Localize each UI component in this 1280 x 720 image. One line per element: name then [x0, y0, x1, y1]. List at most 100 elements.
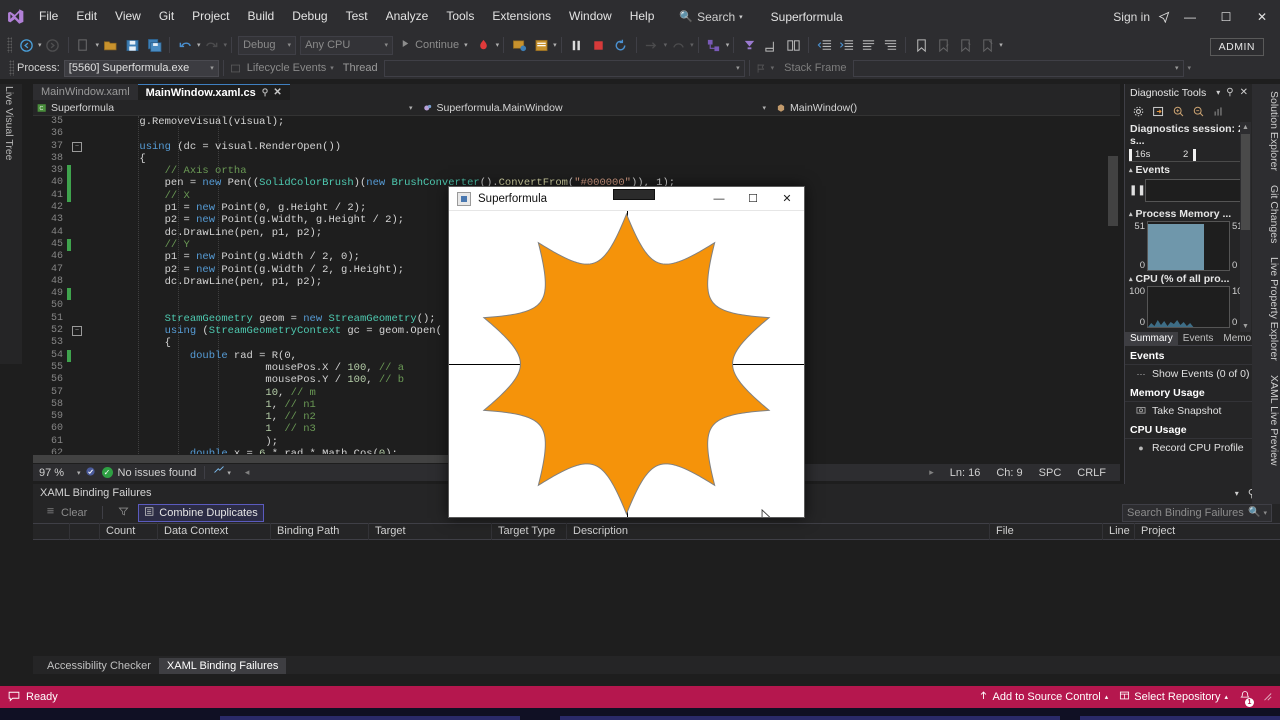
breadcrumb-member[interactable]: MainWindow() [772, 100, 861, 116]
scrollbar-thumb[interactable] [1108, 156, 1118, 226]
scroll-up-icon[interactable]: ▲ [1240, 122, 1251, 133]
debug-windows-icon[interactable] [531, 35, 551, 55]
app-minimize-button[interactable]: — [702, 187, 736, 211]
live-visual-tree-icon[interactable] [704, 35, 724, 55]
bookmark-icon[interactable] [911, 35, 931, 55]
issue-filter-icon[interactable] [213, 465, 225, 480]
clear-bookmarks-icon[interactable] [977, 35, 997, 55]
status-overflow-icon[interactable]: ◂ [245, 467, 250, 478]
navigate-backward-caret-icon[interactable]: ▾ [38, 41, 42, 49]
open-file-icon[interactable] [100, 35, 120, 55]
filter-button[interactable] [113, 504, 134, 522]
solution-configuration-select[interactable]: Debug ▾ [238, 35, 297, 55]
reset-view-icon[interactable] [1210, 103, 1227, 120]
global-search[interactable]: 🔍 Search ▾ [673, 6, 748, 28]
column-target-type[interactable]: Target Type [492, 523, 567, 540]
flag-caret-icon[interactable]: ▾ [771, 64, 775, 72]
chevron-down-icon[interactable]: ▾ [403, 104, 419, 112]
column-target[interactable]: Target [369, 523, 492, 540]
layout-icon[interactable] [783, 35, 803, 55]
save-icon[interactable] [122, 35, 142, 55]
column-description[interactable]: Description [567, 523, 990, 540]
code-line[interactable]: 38 { [33, 153, 1120, 165]
app-close-button[interactable]: ✕ [770, 187, 804, 211]
menu-edit[interactable]: Edit [67, 0, 106, 33]
window-drag-adorner[interactable] [613, 189, 655, 200]
zoom-caret-icon[interactable]: ▾ [77, 469, 81, 477]
tool-tab-live-visual-tree[interactable]: Live Visual Tree [3, 86, 15, 161]
diagnostics-close-icon[interactable]: ✕ [1240, 87, 1248, 98]
process-select[interactable]: [5560] Superformula.exe ▾ [63, 59, 219, 77]
menu-project[interactable]: Project [183, 0, 238, 33]
outdent-icon[interactable] [814, 35, 834, 55]
column-project[interactable]: Project [1135, 523, 1225, 540]
undo-caret-icon[interactable]: ▾ [197, 41, 201, 49]
lifecycle-caret-icon[interactable]: ▾ [330, 64, 334, 72]
zoom-level[interactable]: 97 % [33, 467, 77, 479]
select-tool-icon[interactable] [1150, 103, 1167, 120]
menu-build[interactable]: Build [239, 0, 284, 33]
column-data-context[interactable]: Data Context [158, 523, 271, 540]
undo-icon[interactable] [175, 35, 195, 55]
column-file[interactable]: File [990, 523, 1103, 540]
tab-mainwindow-xaml[interactable]: MainWindow.xaml [33, 84, 138, 100]
panel-tab-xaml-binding-failures[interactable]: XAML Binding Failures [158, 658, 287, 674]
menu-view[interactable]: View [106, 0, 150, 33]
app-maximize-button[interactable]: ☐ [736, 187, 770, 211]
window-close-button[interactable]: ✕ [1244, 0, 1280, 33]
diagnostics-dropdown-icon[interactable]: ▾ [1216, 88, 1220, 97]
column-line[interactable]: Line [1103, 523, 1135, 540]
indent-indicator[interactable]: SPC [1031, 467, 1070, 479]
diagnostics-timeline-ruler[interactable]: 16s 2 [1129, 148, 1248, 162]
navigate-backward-icon[interactable] [16, 35, 36, 55]
summary-take-snapshot[interactable]: Take Snapshot [1125, 402, 1253, 420]
tool-tab-git-changes[interactable]: Git Changes [1252, 178, 1280, 250]
chevron-down-icon-2[interactable]: ▾ [757, 104, 773, 112]
outline-collapse-icon[interactable]: − [71, 325, 83, 337]
breadcrumb-project[interactable]: C Superformula [33, 100, 403, 116]
outline-collapse-icon[interactable]: − [71, 141, 83, 153]
resize-grip-icon[interactable] [1262, 691, 1272, 704]
diag-tab-events[interactable]: Events [1178, 332, 1219, 346]
pause-icon[interactable]: ❚❚ [1129, 185, 1146, 196]
break-all-icon[interactable] [567, 35, 587, 55]
search-icon[interactable]: 🔍 [1248, 507, 1260, 518]
status-overflow-right-icon[interactable]: ▸ [929, 467, 942, 478]
diagnostics-scrollbar[interactable]: ▲ ▼ [1240, 122, 1251, 332]
pin-icon[interactable]: ⚲ [262, 87, 269, 98]
attach-process-icon[interactable] [509, 35, 529, 55]
code-line[interactable]: 35 g.RemoveVisual(visual); [33, 116, 1120, 128]
eol-indicator[interactable]: CRLF [1069, 467, 1120, 479]
diagnostics-section-events[interactable]: ▴ Events [1125, 162, 1252, 177]
clear-button[interactable]: Clear [41, 504, 92, 522]
zoom-in-icon[interactable] [1170, 103, 1187, 120]
menu-test[interactable]: Test [337, 0, 377, 33]
chevron-down-icon[interactable]: ▾ [1263, 509, 1267, 517]
menu-debug[interactable]: Debug [283, 0, 336, 33]
next-bookmark-icon[interactable] [955, 35, 975, 55]
debug-windows-caret-icon[interactable]: ▾ [553, 41, 557, 49]
new-item-caret-icon[interactable]: ▾ [96, 41, 100, 49]
issue-filter-caret-icon[interactable]: ▾ [227, 469, 231, 477]
continue-button[interactable]: Continue ▾ [395, 35, 473, 55]
ruler-icon[interactable] [761, 35, 781, 55]
search-binding-failures-input[interactable]: Search Binding Failures 🔍 ▾ [1122, 503, 1272, 522]
zoom-out-icon[interactable] [1190, 103, 1207, 120]
tool-tab-solution-explorer[interactable]: Solution Explorer [1252, 84, 1280, 178]
lifecycle-events-label[interactable]: Lifecycle Events [244, 62, 329, 74]
diagnostics-pin-icon[interactable]: ⚲ [1226, 87, 1233, 98]
indent-icon[interactable] [836, 35, 856, 55]
add-to-source-control-button[interactable]: Add to Source Control ▴ [978, 690, 1108, 704]
menu-extensions[interactable]: Extensions [483, 0, 560, 33]
hot-reload-icon[interactable] [474, 35, 494, 55]
tool-tab-xaml-live-preview[interactable]: XAML Live Preview [1252, 368, 1280, 473]
cpu-graph[interactable] [1147, 286, 1230, 328]
menu-analyze[interactable]: Analyze [377, 0, 438, 33]
menu-git[interactable]: Git [150, 0, 183, 33]
diagnostics-section-memory[interactable]: ▴ Process Memory ... [1125, 206, 1252, 221]
stop-debugging-icon[interactable] [589, 35, 609, 55]
lifecycle-events-icon[interactable] [228, 60, 244, 76]
results-table-body[interactable] [33, 540, 1280, 656]
menu-file[interactable]: File [30, 0, 67, 33]
window-minimize-button[interactable]: — [1172, 0, 1208, 33]
